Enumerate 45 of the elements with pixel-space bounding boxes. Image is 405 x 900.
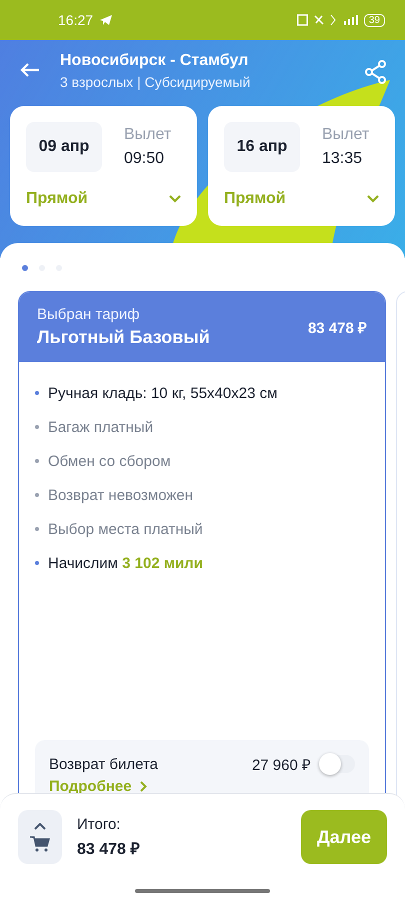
- route-title: Новосибирск - Стамбул: [60, 52, 250, 70]
- chevron-up-icon: [34, 822, 46, 830]
- telegram-icon: [99, 14, 114, 26]
- departure-label: Вылет: [322, 126, 370, 144]
- flight-card[interactable]: 09 апр Вылет 09:50 Прямой: [10, 106, 197, 226]
- cart-icon: [30, 836, 50, 852]
- bullet-icon: [35, 391, 39, 395]
- tariff-price: 83 478 ₽: [308, 319, 367, 337]
- page-dot[interactable]: [22, 265, 28, 271]
- departure-label: Вылет: [124, 126, 172, 144]
- toggle-switch[interactable]: [321, 755, 355, 773]
- bullet-icon: [35, 527, 39, 531]
- total-price: 83 478 ₽: [77, 840, 140, 858]
- flight-type: Прямой: [26, 190, 88, 208]
- bullet-icon: [35, 561, 39, 565]
- feature-text: Обмен со сбором: [48, 452, 171, 470]
- tariff-caption: Выбран тариф: [37, 306, 141, 323]
- chevron-right-icon: [140, 781, 147, 792]
- date-chip: 16 апр: [224, 122, 300, 172]
- departure-time: 13:35: [322, 150, 364, 168]
- feature-text: Возврат невозможен: [48, 486, 194, 504]
- option-label: Возврат билета: [49, 756, 160, 772]
- flight-card[interactable]: 16 апр Вылет 13:35 Прямой: [208, 106, 395, 226]
- chevron-down-icon[interactable]: [169, 195, 181, 203]
- status-time: 16:27: [58, 12, 94, 28]
- share-button[interactable]: [365, 60, 387, 84]
- battery-level: 39: [364, 14, 385, 26]
- route-subtitle: 3 взрослых | Субсидируемый: [60, 74, 252, 90]
- back-button[interactable]: [20, 62, 40, 78]
- flight-type: Прямой: [224, 190, 286, 208]
- feature-text: Ручная кладь: 10 кг, 55x40x23 см: [48, 384, 278, 402]
- feature-text: Выбор места платный: [48, 520, 203, 538]
- cart-button[interactable]: [18, 810, 62, 864]
- feature-text: Багаж платный: [48, 418, 154, 436]
- option-price: 27 960 ₽: [252, 756, 311, 774]
- date-chip: 09 апр: [26, 122, 102, 172]
- signal-icon: [344, 14, 358, 26]
- feature-text: Начислим 3 102 мили: [48, 554, 203, 572]
- bullet-icon: [35, 493, 39, 497]
- departure-time: 09:50: [124, 150, 166, 168]
- bullet-icon: [35, 425, 39, 429]
- bullet-icon: [35, 459, 39, 463]
- chevron-down-icon[interactable]: [367, 195, 379, 203]
- total-label: Итого:: [77, 816, 122, 832]
- tariff-name: Льготный Базовый: [37, 327, 210, 348]
